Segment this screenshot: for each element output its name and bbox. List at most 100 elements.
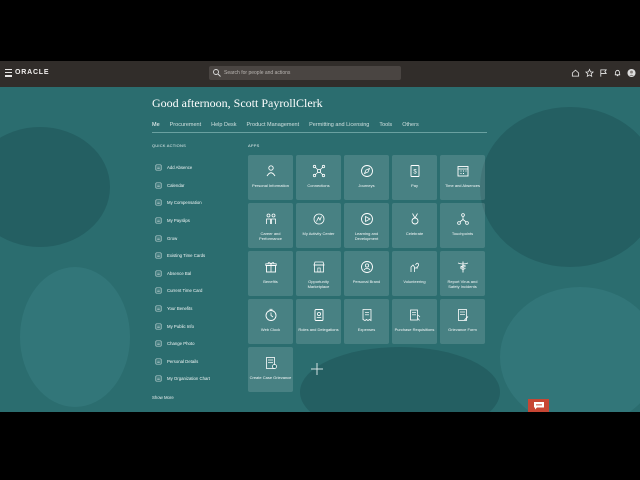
quick-action-icon [155,288,162,294]
quick-actions-list: Add Absence Calendar My Compensation My Pay… [155,159,210,388]
quick-action-label: My Public Info [167,323,194,329]
app-tile-expenses[interactable]: Expenses [344,299,389,344]
quick-action-item[interactable]: Grow [155,229,210,247]
app-tile-label: Expenses [357,327,376,332]
quick-action-icon [155,323,162,330]
app-tile-label: Purchase Requisitions [394,327,435,332]
clock-icon [265,308,276,321]
background-shape [0,127,110,247]
app-tile-create-case-grievance[interactable]: Create Case Grievance [248,347,293,392]
app-tile-label: Opportunity Marketplace [307,279,330,289]
app-tile-label: Personal Brand [352,279,381,284]
quick-action-label: Add Absence [167,165,193,171]
quick-action-item[interactable]: My Public Info [155,317,210,335]
app-tile-benefits[interactable]: Benefits [248,251,293,296]
chat-bubble-icon [533,402,544,410]
quick-action-item[interactable]: Absence Bal [155,265,210,283]
quick-action-item[interactable]: Calendar [155,177,210,195]
quick-action-label: Existing Time Cards [167,253,206,259]
quick-action-item[interactable]: Existing Time Cards [155,247,210,265]
quick-action-item[interactable]: My Compensation [155,194,210,212]
app-tile-connections[interactable]: Connections [296,155,341,200]
app-tile-touchpoints[interactable]: Touchpoints [440,203,485,248]
app-tile-career-and-performance[interactable]: Career and Performance [248,203,293,248]
quick-action-icon [155,340,162,347]
person-icon [266,165,275,177]
gift-icon [264,261,277,273]
app-tile-time-and-absences[interactable]: Time and Absences [440,155,485,200]
header-actions [571,68,636,78]
app-tile-label: Touchpoints [451,231,474,236]
app-tile-label: Report Virus and Safety Incidents [447,279,478,289]
search-input[interactable] [224,70,394,76]
app-tile-my-activity-center[interactable]: My Activity Center [296,203,341,248]
app-tile-label: Roles and Delegations [298,327,339,332]
chat-button[interactable] [528,399,549,412]
play-icon [360,213,373,225]
quick-action-label: My Organization Chart [167,376,210,382]
quick-actions-heading: QUICK ACTIONS [152,143,186,148]
caduceus-icon [457,261,468,273]
svg-text:$: $ [413,170,417,176]
badge-icon [314,309,323,321]
user-avatar-icon[interactable] [627,68,636,78]
app-tile-web-clock[interactable]: Web Clock [248,299,293,344]
add-app-icon[interactable] [310,362,324,376]
quick-action-icon [155,270,162,277]
page-greeting: Good afternoon, Scott PayrollClerk [152,96,323,110]
quick-action-icon [155,235,162,242]
search-icon [213,69,221,77]
quick-action-item[interactable]: My Payslips [155,212,210,230]
flag-icon[interactable] [599,68,608,78]
quick-action-item[interactable]: Current Time Card [155,282,210,300]
favorites-star-icon[interactable] [585,68,594,78]
app-tile-label: Celebrate [405,231,424,236]
app-tile-pay[interactable]: $ Pay [392,155,437,200]
quick-action-label: Change Photo [167,341,195,347]
quick-action-item[interactable]: Add Absence [155,159,210,177]
app-tile-purchase-requisitions[interactable]: Purchase Requisitions [392,299,437,344]
requisition-icon [409,309,420,321]
quick-action-icon [155,164,162,171]
app-tile-label: Pay [411,183,418,188]
notifications-bell-icon[interactable] [613,68,622,78]
app-tile-report-virus-and-safety-incidents[interactable]: Report Virus and Safety Incidents [440,251,485,296]
career-icon [265,213,276,224]
app-tile-label: Create Case Grievance [249,375,292,380]
store-icon [312,261,325,273]
quick-action-label: My Compensation [167,200,202,206]
app-tile-personal-brand[interactable]: Personal Brand [344,251,389,296]
app-tile-opportunity-marketplace[interactable]: Opportunity Marketplace [296,251,341,296]
show-more-link[interactable]: Show More [152,395,174,400]
money-icon: $ [410,165,419,177]
app-tile-grievance-form[interactable]: Grievance Form [440,299,485,344]
app-tile-journeys[interactable]: Journeys [344,155,389,200]
app-tile-label: Learning and Development [354,231,379,241]
medal-icon [411,213,418,225]
quick-action-item[interactable]: My Organization Chart [155,370,210,388]
app-tile-label: Journeys [358,183,375,188]
app-tile-personal-information[interactable]: Personal Information [248,155,293,200]
app-tile-roles-and-delegations[interactable]: Roles and Delegations [296,299,341,344]
app-tile-label: Career and Performance [259,231,282,241]
quick-action-item[interactable]: Personal Details [155,353,210,371]
quick-action-label: Personal Details [167,358,199,364]
quick-action-icon [155,252,162,259]
home-icon[interactable] [571,68,580,78]
quick-action-item[interactable]: Change Photo [155,335,210,353]
quick-action-icon [155,375,162,382]
menu-icon[interactable] [5,69,12,79]
search-box[interactable] [209,66,401,80]
volunteer-icon [410,262,419,272]
app-tile-learning-and-development[interactable]: Learning and Development [344,203,389,248]
case-icon [265,357,277,369]
app-tile-volunteering[interactable]: Volunteering [392,251,437,296]
quick-action-label: Current Time Card [167,288,203,294]
app-tile-label: Volunteering [403,279,426,284]
quick-action-icon [155,182,162,189]
app-tile-label: Web Clock [260,327,281,332]
app-tile-label: Benefits [263,279,278,284]
app-tile-celebrate[interactable]: Celebrate [392,203,437,248]
quick-action-item[interactable]: Your Benefits [155,300,210,318]
background-shape [480,107,640,267]
